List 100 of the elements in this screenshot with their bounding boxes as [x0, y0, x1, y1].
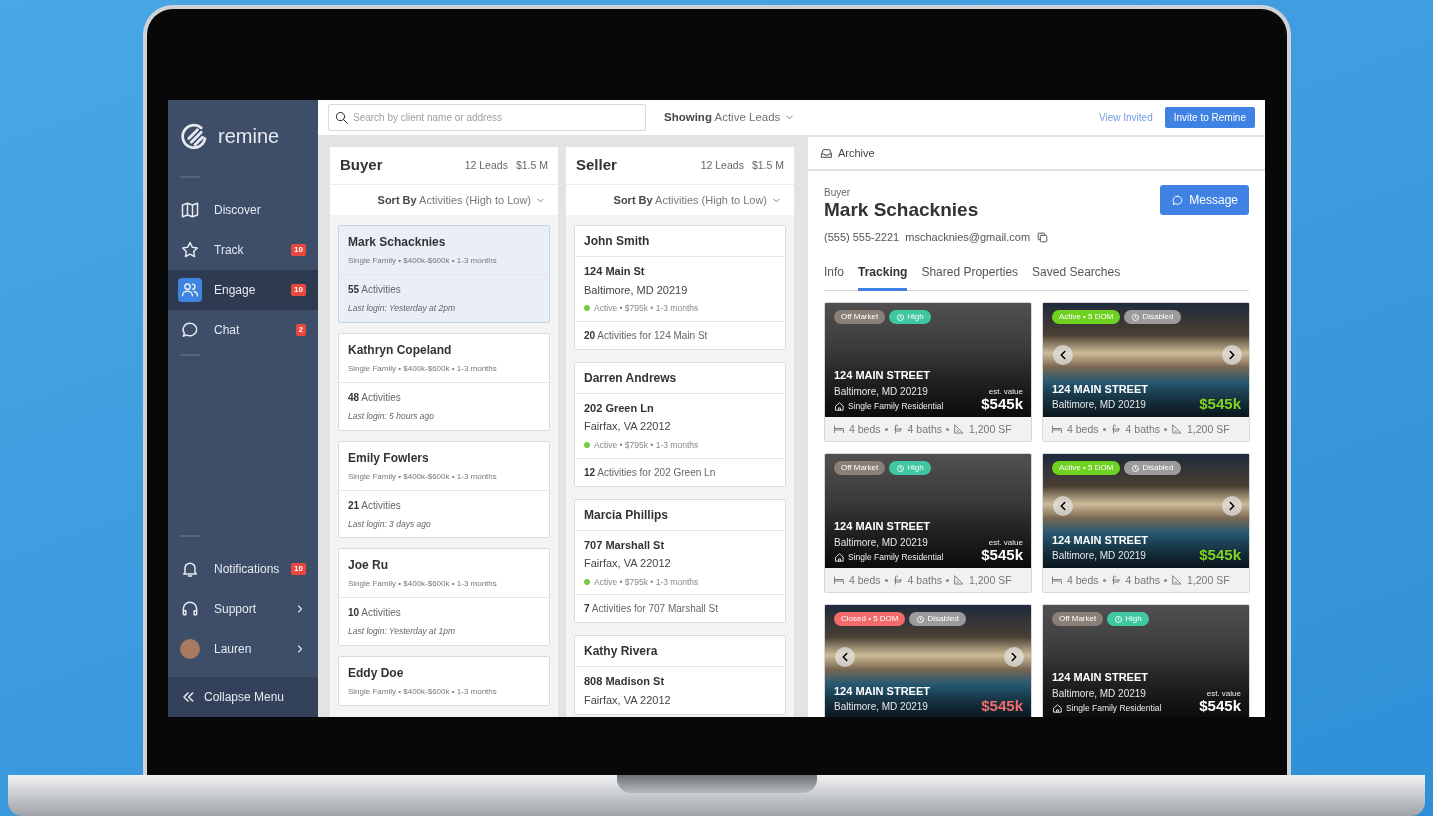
property-city: Baltimore, MD 20219 [834, 700, 929, 715]
copy-icon[interactable] [1036, 230, 1050, 244]
tab[interactable]: Info [824, 259, 844, 292]
sort-dropdown[interactable]: Sort By Activities (High to Low) [330, 185, 558, 215]
count-badge: 10 [291, 562, 306, 576]
count-badge: 10 [291, 283, 306, 297]
property-address: 124 Main St [584, 264, 646, 279]
sidebar-item[interactable]: Notifications 10 [168, 549, 318, 589]
lead-count: 12 Leads [464, 157, 508, 173]
sidebar-item[interactable]: Lauren [168, 629, 318, 669]
lead-name: Eddy Doe [348, 665, 405, 682]
property-price: $545k [1199, 697, 1241, 715]
lead-card[interactable]: Eddy Doe Single Family • $400k-$600k • 1-3 months [338, 656, 550, 706]
lead-card[interactable]: Emily Fowlers Single Family • $400k-$600k • 1-3 months 21 Activities Last login: 3 days ago [338, 440, 550, 539]
property-address: 707 Marshall St [584, 537, 666, 553]
lead-details: Single Family • $400k-$600k • 1-3 months [348, 578, 498, 591]
search-icon [334, 110, 349, 125]
lead-details: Single Family • $400k-$600k • 1-3 months [348, 255, 498, 267]
lead-card[interactable]: Kathryn Copeland Single Family • $400k-$600k • 1-3 months 48 Activities Last login: 5 hours ago [338, 332, 550, 431]
sort-dropdown[interactable]: Sort By Activities (High to Low) [566, 185, 794, 215]
tab[interactable]: Saved Searches [1032, 259, 1121, 292]
status-badge: Disabled [1124, 461, 1181, 476]
sidebar-item[interactable]: Discover [168, 190, 318, 230]
property-card[interactable]: Active • 5 DOM Disabled 124 MAIN STREET Baltimore, MD 20219 $545k 4 beds 4 baths 1,200 SF [1042, 453, 1250, 594]
lead-card[interactable]: Joe Ru Single Family • $400k-$600k • 1-3 months 10 Activities Last login: Yesterday at 1pm [338, 548, 550, 646]
property-card[interactable]: Active • 5 DOM Disabled 124 MAIN STREET Baltimore, MD 20219 $545k 4 beds 4 baths 1,200 SF [1042, 302, 1250, 443]
property-address: 202 Green Ln [584, 400, 655, 416]
home-icon [834, 400, 845, 412]
status-badge: Active • 5 DOM [1052, 461, 1121, 476]
bed-icon [1051, 423, 1063, 436]
lead-card[interactable]: Kathy Rivera 808 Madison St Fairfax, VA 22012 [574, 635, 786, 716]
listing-status: Active • $795k • 1-3 months [594, 438, 699, 452]
property-city: Baltimore, MD 20219 [834, 384, 929, 399]
status-badge: Disabled [909, 612, 966, 627]
archive-button[interactable]: Archive [808, 137, 1265, 171]
lead-card[interactable]: John Smith 124 Main St Baltimore, MD 20219 Active • $795k • 1-3 months 20 Activities for 124 Main St [574, 225, 786, 350]
phone-number: (555) 555-2221 [824, 229, 900, 245]
lead-card[interactable]: Mark Schacknies Single Family • $400k-$600k • 1-3 months 55 Activities Last login: Yesterday at 2pm [338, 225, 550, 323]
lead-details: Single Family • $400k-$600k • 1-3 months [348, 362, 498, 375]
property-type: Single Family Residential [848, 399, 944, 413]
property-card[interactable]: Closed • 5 DOM Disabled 124 MAIN STREET Baltimore, MD 20219 $545k [824, 604, 1032, 717]
sidebar-item[interactable]: Chat 2 [168, 310, 318, 350]
property-city: Fairfax, VA 22012 [584, 556, 672, 571]
activity-count: 21 Activities [348, 498, 402, 513]
collapse-menu-button[interactable]: Collapse Menu [168, 677, 318, 717]
lead-name: Kathy Rivera [584, 643, 659, 661]
last-login: Last login: Yesterday at 1pm [348, 625, 457, 638]
listing-status: Active • $795k • 1-3 months [594, 575, 699, 589]
bed-icon [833, 574, 845, 587]
status-badge: Closed • 5 DOM [834, 612, 906, 627]
sidebar-item[interactable]: Track 10 [168, 230, 318, 270]
property-stat: 4 beds [1067, 421, 1099, 437]
status-badge: Active • 5 DOM [1052, 310, 1121, 325]
property-city: Fairfax, VA 22012 [584, 419, 672, 435]
property-city: Baltimore, MD 20219 [1052, 549, 1147, 564]
area-icon [953, 574, 965, 587]
property-stat: 1,200 SF [1187, 421, 1230, 437]
property-price: $545k [981, 697, 1023, 715]
property-card[interactable]: Off Market High 124 MAIN STREET Baltimore, MD 20219 Single Family Residential est. value $545k 4 beds 4 baths 1,200 SF [824, 302, 1032, 443]
client-role: Buyer [824, 186, 852, 200]
street-address: 124 MAIN STREET [834, 368, 931, 384]
last-login: Last login: 3 days ago [348, 517, 432, 531]
sidebar-item[interactable]: Engage 10 [168, 270, 318, 310]
inbox-icon [820, 146, 833, 160]
property-card[interactable]: Off Market High 124 MAIN STREET Baltimore, MD 20219 Single Family Residential est. value $545k [1042, 604, 1250, 717]
filter-dropdown[interactable]: Showing Active Leads [658, 107, 802, 128]
property-stat: 4 baths [1125, 572, 1160, 588]
lead-name: Emily Fowlers [348, 449, 430, 467]
lead-name: Marcia Phillips [584, 506, 670, 524]
status-badge: Off Market [834, 461, 886, 476]
total-value: $1.5 M [751, 157, 784, 173]
tab[interactable]: Tracking [858, 259, 908, 292]
total-value: $1.5 M [515, 157, 548, 173]
home-icon [1052, 702, 1063, 714]
last-login: Last login: 5 hours ago [348, 409, 435, 423]
property-price: $545k [981, 546, 1023, 564]
value-label: est. value [987, 538, 1023, 547]
status-badge: Off Market [834, 310, 886, 325]
logo-text: remine [218, 124, 280, 149]
search-field[interactable]: Search by client name or address [328, 104, 646, 131]
invite-button[interactable]: Invite to Remine [1164, 107, 1255, 128]
property-city: Baltimore, MD 20219 [1052, 686, 1147, 701]
sidebar-item[interactable]: Support [168, 589, 318, 629]
property-city: Baltimore, MD 20219 [1052, 398, 1147, 413]
activity-count: 55 Activities [348, 283, 402, 297]
message-button[interactable]: Message [1160, 185, 1249, 215]
property-type: Single Family Residential [1066, 701, 1162, 715]
value-label: est. value [1205, 689, 1241, 698]
property-card[interactable]: Off Market High 124 MAIN STREET Baltimore, MD 20219 Single Family Residential est. value $545k 4 beds 4 baths 1,200 SF [824, 453, 1032, 594]
column-title: Buyer [340, 155, 383, 176]
double-chevron-left-icon [180, 689, 196, 705]
activity-count: 10 Activities [348, 606, 402, 621]
street-address: 124 MAIN STREET [1052, 381, 1148, 397]
lead-name: Kathryn Copeland [348, 341, 453, 359]
lead-card[interactable]: Darren Andrews 202 Green Ln Fairfax, VA 22012 Active • $795k • 1-3 months 12 Activities for 202 Green Ln [574, 361, 786, 487]
lead-card[interactable]: Marcia Phillips 707 Marshall St Fairfax, VA 22012 Active • $795k • 1-3 months 7 Activities for 707 Marshall St [574, 498, 786, 624]
tab[interactable]: Shared Properties [921, 259, 1019, 292]
property-stat: 1,200 SF [1187, 572, 1230, 588]
property-city: Fairfax, VA 22012 [584, 692, 672, 708]
people-icon [178, 278, 202, 302]
